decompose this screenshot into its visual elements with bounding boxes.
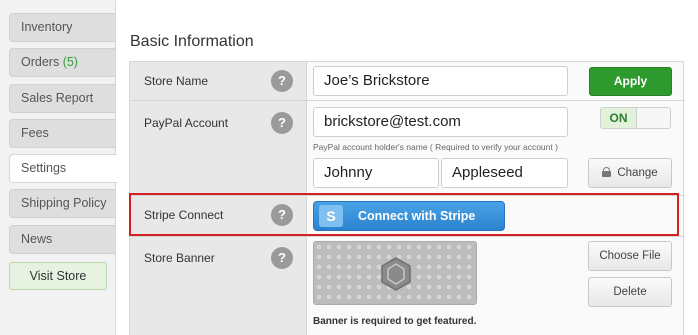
sidebar-item-label: Shipping Policy [21,196,107,210]
banner-help-icon[interactable]: ? [271,247,293,269]
row-divider [130,100,685,101]
last-name-input[interactable]: Appleseed [441,158,568,188]
connect-with-stripe-button[interactable]: S Connect with Stripe [313,201,505,231]
toggle-on-label: ON [601,108,637,128]
visit-store-button[interactable]: Visit Store [9,262,107,290]
sidebar-item-label: Inventory [21,20,73,34]
choose-file-button[interactable]: Choose File [588,241,672,271]
change-button-label: Change [617,167,658,179]
store-name-help-icon[interactable]: ? [271,70,293,92]
sidebar-item-label: Sales Report [21,91,94,105]
stripe-button-label: Connect with Stripe [358,209,476,223]
paypal-account-label: PayPal Account [144,116,229,130]
sidebar-item-settings[interactable]: Settings [9,154,117,183]
page-title: Basic Information [130,33,254,50]
store-banner-label: Store Banner [144,251,215,265]
sidebar-item-sales-report[interactable]: Sales Report [9,84,115,113]
row-divider [130,195,685,196]
settings-form: Store Name ? Joe’s Brickstore Apply PayP… [129,61,685,335]
label-column [130,62,307,335]
orders-count-badge: (5) [62,55,78,69]
store-name-input[interactable]: Joe’s Brickstore [313,66,568,96]
stripe-help-icon[interactable]: ? [271,204,293,226]
banner-placeholder-image [313,241,477,305]
sidebar-item-inventory[interactable]: Inventory [9,13,115,42]
sidebar-item-label: Fees [21,126,49,140]
banner-requirement-note: Banner is required to get featured. [313,316,477,327]
change-button[interactable]: Change [588,158,672,188]
sidebar: Inventory Orders (5) Sales Report Fees S… [0,0,117,335]
sidebar-item-label: News [21,232,53,246]
brick-logo-icon [381,257,411,291]
sidebar-item-label: Orders [21,55,60,69]
lock-icon [602,167,612,177]
row-divider [130,236,685,237]
sidebar-item-shipping-policy[interactable]: Shipping Policy [9,189,115,218]
delete-banner-button[interactable]: Delete [588,277,672,307]
sidebar-item-news[interactable]: News [9,225,115,254]
apply-button[interactable]: Apply [589,67,672,96]
paypal-email-input[interactable]: brickstore@test.com [313,107,568,137]
paypal-holder-hint: PayPal account holder's name ( Required … [313,142,558,152]
stripe-logo-icon: S [319,205,343,227]
store-name-label: Store Name [144,74,209,88]
toggle-knob [637,108,670,128]
sidebar-item-label: Settings [21,161,67,175]
stripe-connect-label: Stripe Connect [144,208,224,222]
first-name-input[interactable]: Johnny [313,158,439,188]
paypal-help-icon[interactable]: ? [271,112,293,134]
paypal-toggle[interactable]: ON [600,107,671,129]
sidebar-item-orders[interactable]: Orders (5) [9,48,115,77]
sidebar-item-fees[interactable]: Fees [9,119,115,148]
